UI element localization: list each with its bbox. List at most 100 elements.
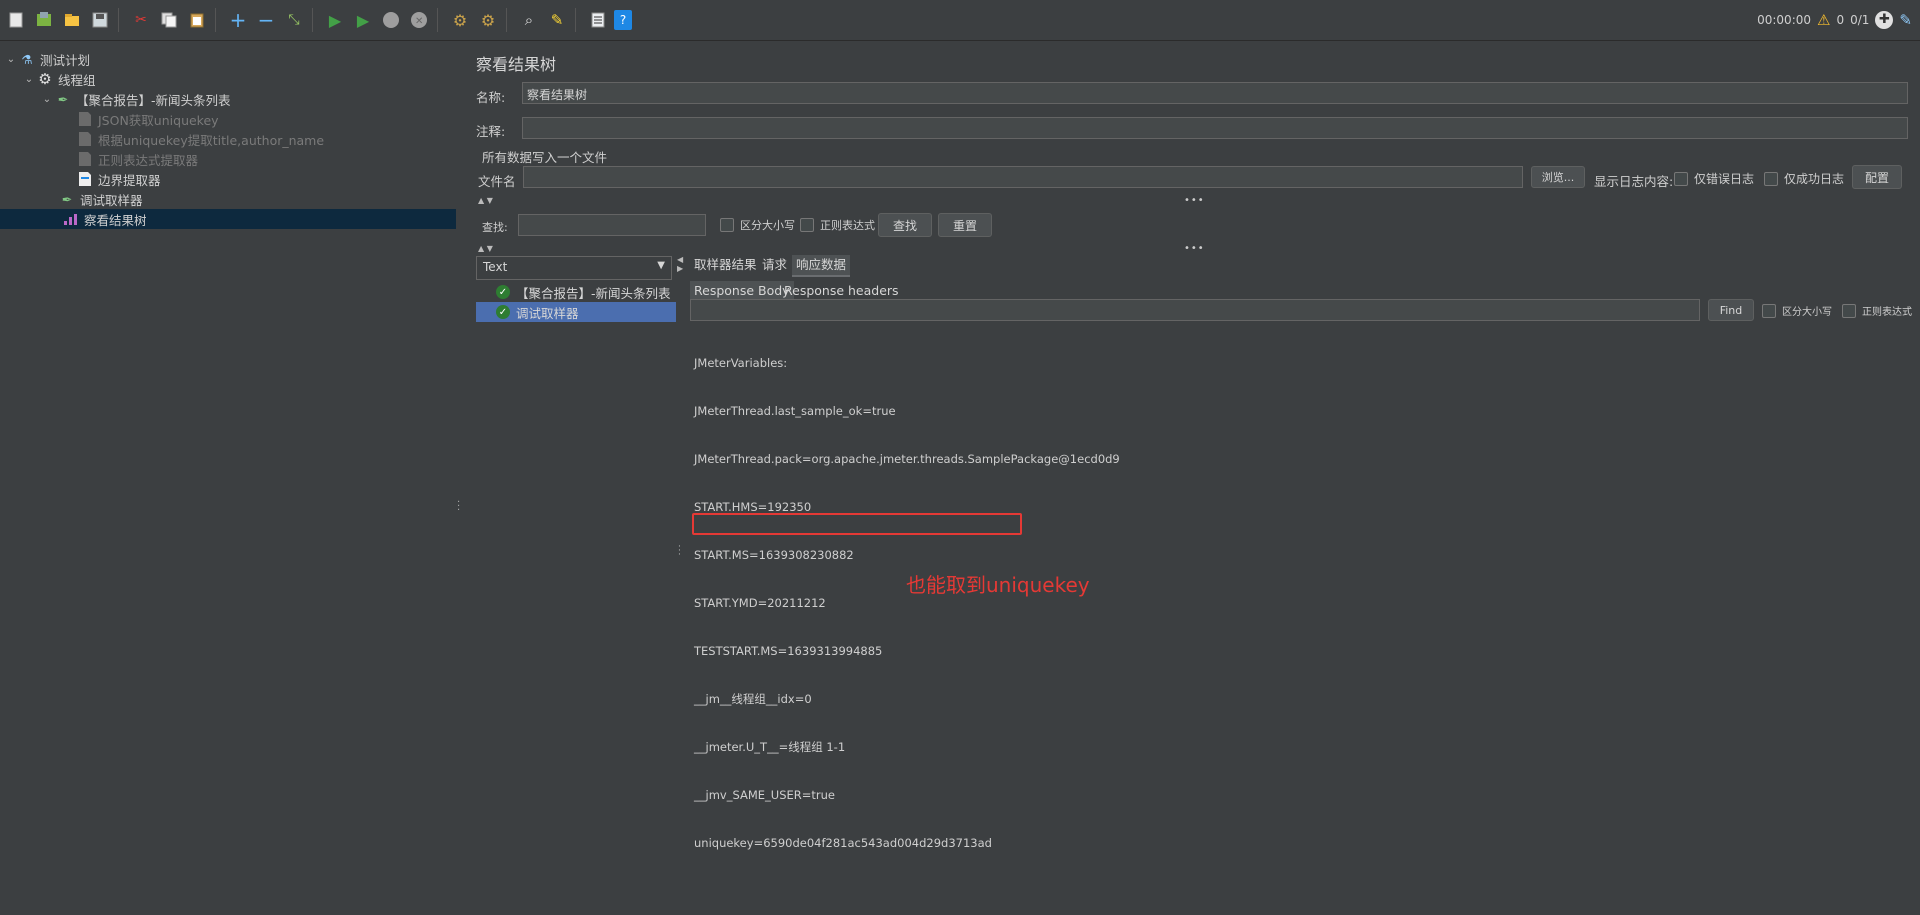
response-regex-checkbox[interactable]: 正则表达式 <box>1842 303 1912 318</box>
remote-start-icon[interactable]: ✚ <box>1875 11 1894 29</box>
tree-item-label: 【聚合报告】-新闻头条列表 <box>76 92 231 108</box>
svg-text:✕: ✕ <box>415 16 423 27</box>
search-label: 查找: <box>482 221 508 234</box>
reset-button[interactable]: 重置 <box>938 213 992 237</box>
search-input[interactable] <box>518 214 706 236</box>
success-shield-icon: ✓ <box>496 305 510 319</box>
collapse-arrows[interactable]: ▲ ▼ <box>478 196 493 205</box>
tree-item-thread-group[interactable]: ⌄ ⚙ 线程组 <box>22 69 96 89</box>
open-icon[interactable] <box>60 8 84 32</box>
tree-item-regex-extractor[interactable]: 正则表达式提取器 <box>76 149 198 169</box>
response-case-checkbox[interactable]: 区分大小写 <box>1762 303 1832 318</box>
renderer-select[interactable]: Text ▼ <box>476 256 672 280</box>
copy-icon[interactable] <box>157 8 181 32</box>
response-line: JMeterThread.last_sample_ok=true <box>694 404 896 418</box>
divider-grip[interactable]: ••• <box>1184 195 1205 206</box>
expand-icon[interactable]: + <box>226 8 250 32</box>
configure-button[interactable]: 配置 <box>1852 165 1902 189</box>
reset-search-icon[interactable]: ✎ <box>545 8 569 32</box>
response-find-input[interactable] <box>690 299 1700 321</box>
stop-icon[interactable] <box>379 8 403 32</box>
chevron-down-icon[interactable]: ⌄ <box>4 54 18 65</box>
start-icon[interactable]: ▶ <box>323 8 347 32</box>
debug-sampler-icon: ✒ <box>61 191 73 207</box>
tree-item-debug-sampler[interactable]: ✒ 调试取样器 <box>58 189 143 209</box>
cut-icon[interactable]: ✂ <box>129 8 153 32</box>
warning-icon[interactable]: ⚠ <box>1817 11 1830 29</box>
extractor-icon <box>76 111 94 127</box>
success-only-checkbox[interactable]: 仅成功日志 <box>1764 170 1844 187</box>
annotation-text: 也能取到uniquekey <box>906 573 1090 597</box>
filename-field[interactable] <box>523 166 1523 188</box>
tree-item-sampler[interactable]: ⌄ ✒ 【聚合报告】-新闻头条列表 <box>40 89 231 109</box>
listener-icon <box>62 211 80 227</box>
paste-icon[interactable] <box>185 8 209 32</box>
collapse-icon[interactable]: − <box>254 8 278 32</box>
result-row[interactable]: ✓ 【聚合报告】-新闻头条列表 <box>476 282 676 302</box>
panel-splitter[interactable]: · · · <box>456 41 464 641</box>
toggle-icon[interactable]: ⤡ <box>282 8 306 32</box>
divider-grip-2[interactable]: ••• <box>1184 243 1205 254</box>
test-plan-tree: ⌄ ⚗ 测试计划 ⌄ ⚙ 线程组 ⌄ ✒ 【聚合报告】-新闻头条列表 JSON获… <box>0 41 457 641</box>
clear-all-icon[interactable]: ⚙ <box>476 8 500 32</box>
result-label: 【聚合报告】-新闻头条列表 <box>516 285 671 301</box>
clear-icon[interactable]: ⚙ <box>448 8 472 32</box>
tab-sampler-result[interactable]: 取样器结果 <box>690 255 761 275</box>
case-sensitive-checkbox[interactable]: 区分大小写 <box>720 217 795 233</box>
start-no-pauses-icon[interactable]: ▶ <box>351 8 375 32</box>
response-find-button[interactable]: Find <box>1708 299 1754 321</box>
results-splitter[interactable]: ◀ ▶ · · · <box>676 255 684 641</box>
find-button[interactable]: 查找 <box>878 213 932 237</box>
save-icon[interactable] <box>88 8 112 32</box>
tree-item-label: 根据uniquekey提取title,author_name <box>98 132 325 148</box>
case-sensitive-label: 区分大小写 <box>740 219 795 232</box>
tab-response-data[interactable]: 响应数据 <box>792 255 851 277</box>
view-results-tree-panel: 察看结果树 名称: 察看结果树 注释: 所有数据写入一个文件 文件名 浏览...… <box>464 41 1920 850</box>
warning-count: 0 <box>1836 13 1845 27</box>
chevron-down-icon[interactable]: ⌄ <box>22 74 36 85</box>
tree-item-boundary-extractor[interactable]: 边界提取器 <box>76 169 161 189</box>
test-plan-icon: ⚗ <box>21 51 33 67</box>
chevron-down-icon: ▼ <box>657 260 665 271</box>
tree-item-label: 察看结果树 <box>84 212 147 228</box>
comment-field[interactable] <box>522 117 1908 139</box>
search-icon[interactable]: ⌕ <box>517 8 541 32</box>
tab-request[interactable]: 请求 <box>758 255 791 275</box>
response-regex-label: 正则表达式 <box>1862 307 1912 318</box>
tree-item-test-plan[interactable]: ⌄ ⚗ 测试计划 <box>4 49 90 69</box>
function-helper-icon[interactable] <box>586 8 610 32</box>
result-label: 调试取样器 <box>516 305 579 321</box>
thread-count: 0/1 <box>1850 13 1870 27</box>
response-line: START.YMD=20211212 <box>694 596 826 610</box>
collapse-arrows-2[interactable]: ▲ ▼ <box>478 244 493 253</box>
shutdown-icon[interactable]: ✕ <box>407 8 431 32</box>
errors-only-checkbox[interactable]: 仅错误日志 <box>1674 170 1754 187</box>
highlight-box <box>692 513 1022 535</box>
file-section-title: 所有数据写入一个文件 <box>482 150 608 165</box>
tree-item-view-results-tree[interactable]: 察看结果树 <box>0 209 456 229</box>
name-field[interactable]: 察看结果树 <box>522 82 1908 104</box>
response-line: JMeterVariables: <box>694 356 788 370</box>
elapsed-time: 00:00:00 <box>1757 13 1812 27</box>
tree-item-label: 调试取样器 <box>80 192 143 208</box>
new-icon[interactable] <box>4 8 28 32</box>
tree-item-label: 正则表达式提取器 <box>98 152 199 168</box>
help-icon[interactable]: ? <box>614 10 632 30</box>
success-only-label: 仅成功日志 <box>1784 172 1845 186</box>
thread-group-icon: ⚙ <box>38 70 52 88</box>
name-label: 名称: <box>476 90 506 105</box>
browse-button[interactable]: 浏览... <box>1531 166 1585 188</box>
templates-icon[interactable] <box>32 8 56 32</box>
result-row-selected[interactable]: ✓ 调试取样器 <box>476 302 676 322</box>
filename-label: 文件名 <box>478 174 516 189</box>
tree-item-json-extractor[interactable]: JSON获取uniquekey <box>76 109 219 129</box>
chevron-down-icon[interactable]: ⌄ <box>40 94 54 105</box>
regex-checkbox[interactable]: 正则表达式 <box>800 217 875 233</box>
tree-item-label: 边界提取器 <box>98 172 161 188</box>
response-line: TESTSTART.MS=1639313994885 <box>694 644 883 658</box>
tree-item-json-title-extractor[interactable]: 根据uniquekey提取title,author_name <box>76 129 324 149</box>
response-body-text[interactable]: JMeterVariables: JMeterThread.last_sampl… <box>692 323 1120 915</box>
tab-response-headers[interactable]: Response headers <box>780 281 903 301</box>
extractor-icon <box>76 171 94 187</box>
broom-icon[interactable]: ✎ <box>1899 11 1912 29</box>
